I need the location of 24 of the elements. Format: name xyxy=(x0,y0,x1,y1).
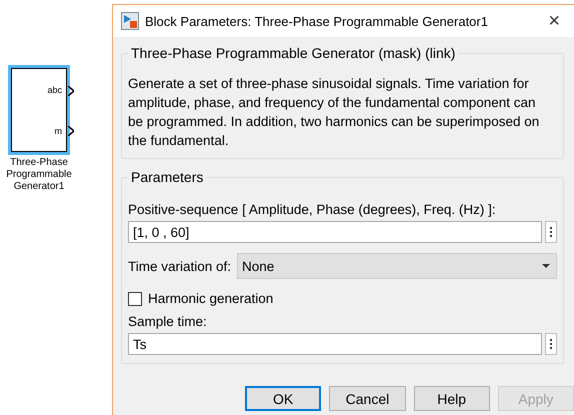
field-label: Positive-sequence [ Amplitude, Phase (degrees), Freq. (Hz) ]: xyxy=(128,202,497,217)
input-field[interactable]: [1, 0 , 60] xyxy=(128,221,542,243)
dialog-button[interactable]: OK xyxy=(245,386,322,411)
checkbox-label: Harmonic generation xyxy=(148,291,274,306)
block-label: Three-Phase Programmable Generator1 xyxy=(5,157,73,193)
block-description: Generate a set of three-phase sinusoidal signals. Time variation for amplitude, phase, and frequency of the fundamental component can be programmed. In addition, two harmonics can be superimposed on the fundamental. xyxy=(128,75,540,150)
close-button[interactable]: × xyxy=(542,11,566,31)
dialog-button[interactable]: Cancel xyxy=(329,386,406,411)
field-label: Time variation of: xyxy=(128,258,232,274)
input-field[interactable]: Ts xyxy=(128,333,542,355)
dialog-button[interactable]: Help xyxy=(414,386,490,411)
port-label: m xyxy=(54,126,63,136)
dropdown-field[interactable]: None xyxy=(237,253,557,279)
caret-icon xyxy=(542,264,550,268)
panel-title: Three-Phase Programmable Generator (mask) (link) xyxy=(128,45,458,61)
window-title: Block Parameters: Three-Phase Programmable Generator1 xyxy=(145,14,489,28)
field-label: Sample time: xyxy=(128,314,208,329)
block-window-icon xyxy=(121,12,139,30)
port-label: abc xyxy=(47,84,63,94)
checkbox[interactable] xyxy=(128,292,142,306)
more-options-icon[interactable] xyxy=(545,221,557,243)
generator-block[interactable]: abc m xyxy=(11,68,67,152)
more-options-icon[interactable] xyxy=(545,333,557,355)
panel-title: Parameters xyxy=(128,169,206,185)
